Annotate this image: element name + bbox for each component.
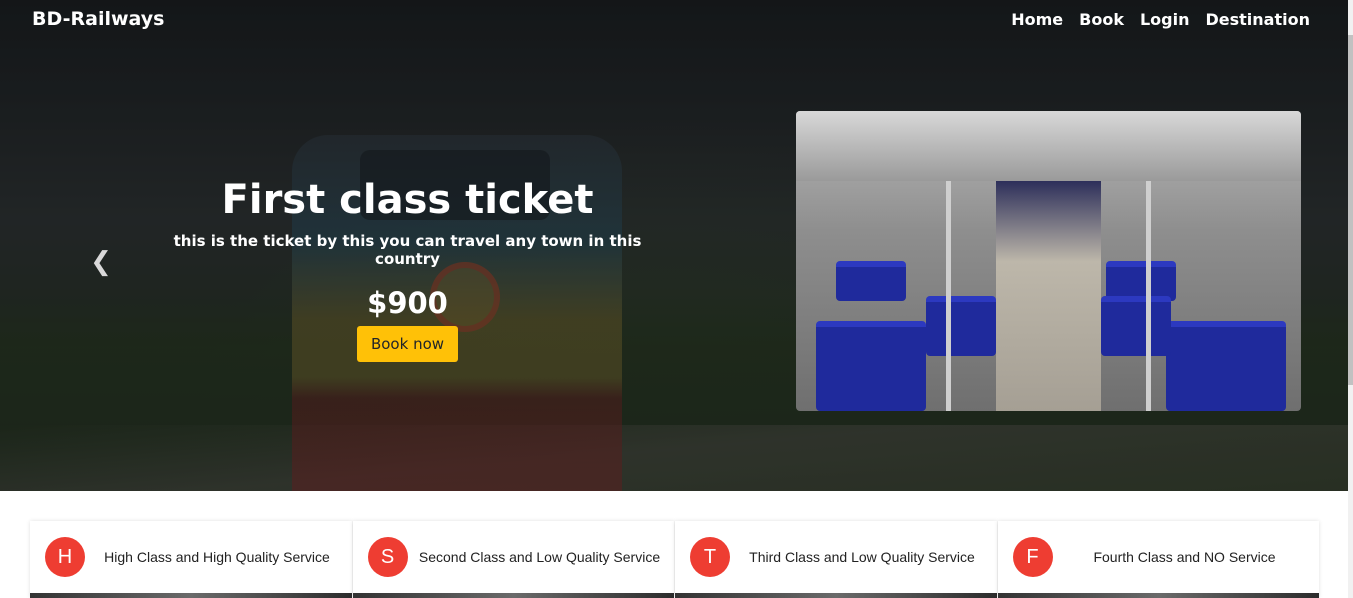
image-pole	[1146, 181, 1151, 411]
service-badge: T	[690, 537, 730, 577]
slide-title: First class ticket	[221, 177, 594, 223]
service-badge: H	[45, 537, 85, 577]
card-image-strip	[352, 593, 674, 598]
train-interior-image	[796, 111, 1301, 411]
nav-links: Home Book Login Destination	[1011, 10, 1310, 29]
card-image-strip	[30, 593, 352, 598]
service-label: Third Class and Low Quality Service	[749, 549, 975, 565]
image-seat	[1166, 321, 1286, 411]
service-card-high[interactable]: H High Class and High Quality Service	[30, 521, 352, 598]
service-badge: S	[367, 537, 408, 577]
service-card-third[interactable]: T Third Class and Low Quality Service	[675, 521, 997, 598]
image-ceiling	[796, 111, 1301, 181]
page-scrollbar[interactable]	[1348, 0, 1353, 598]
book-now-button[interactable]: Book now	[356, 326, 459, 362]
service-label: High Class and High Quality Service	[104, 549, 330, 565]
image-seat	[816, 321, 926, 411]
service-card-second[interactable]: S Second Class and Low Quality Service	[352, 521, 674, 598]
image-seat	[836, 261, 906, 301]
image-seat	[1106, 261, 1176, 301]
nav-link-destination[interactable]: Destination	[1206, 10, 1311, 29]
card-image-strip	[675, 593, 997, 598]
nav-link-home[interactable]: Home	[1011, 10, 1063, 29]
service-badge: F	[1012, 537, 1053, 577]
service-card-fourth[interactable]: F Fourth Class and NO Service	[997, 521, 1319, 598]
scrollbar-thumb[interactable]	[1348, 35, 1353, 385]
slide-description: this is the ticket by this you can trave…	[173, 232, 642, 268]
image-pole	[946, 181, 951, 411]
image-aisle	[996, 181, 1101, 411]
card-image-strip	[997, 593, 1319, 598]
service-cards: H High Class and High Quality Service S …	[30, 521, 1320, 598]
chevron-left-icon[interactable]: ❮	[89, 248, 113, 276]
nav-link-book[interactable]: Book	[1079, 10, 1124, 29]
brand-logo[interactable]: BD-Railways	[32, 8, 164, 30]
service-label: Second Class and Low Quality Service	[418, 549, 661, 565]
image-seat	[1101, 296, 1171, 356]
nav-link-login[interactable]: Login	[1140, 10, 1190, 29]
carousel-caption: First class ticket this is the ticket by…	[150, 176, 665, 362]
image-seat	[926, 296, 996, 356]
navbar: BD-Railways Home Book Login Destination	[0, 0, 1353, 42]
hero-banner: BD-Railways Home Book Login Destination …	[0, 0, 1353, 491]
slide-price: $900	[367, 286, 448, 320]
service-label: Fourth Class and NO Service	[1093, 549, 1276, 565]
